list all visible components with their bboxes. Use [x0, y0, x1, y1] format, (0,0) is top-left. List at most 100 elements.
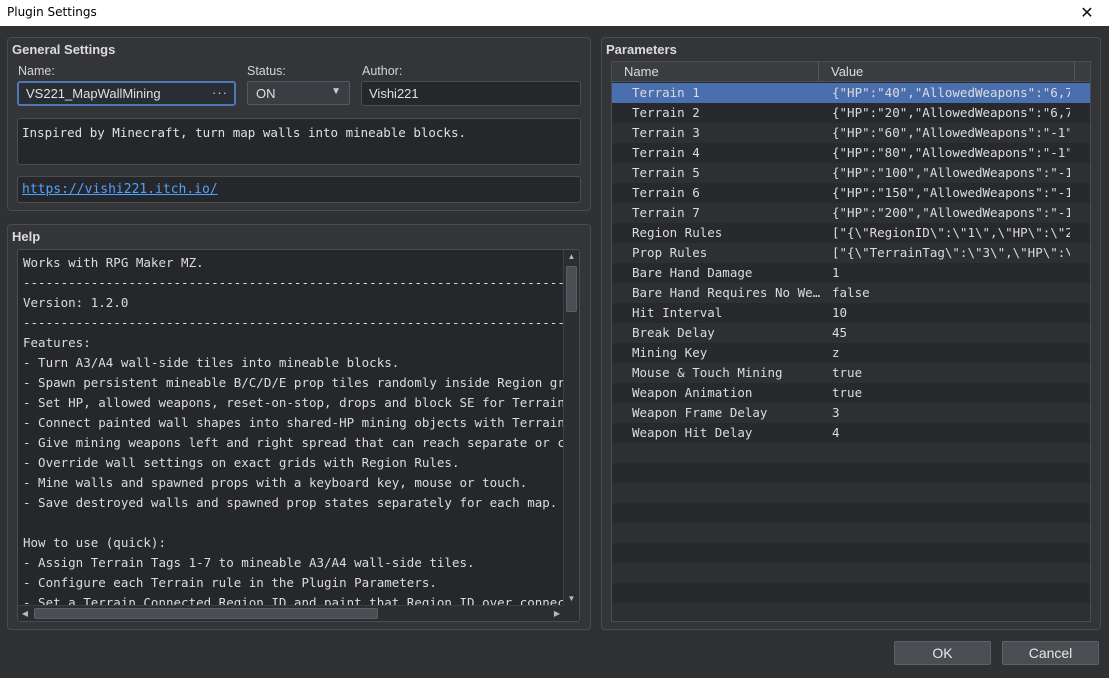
table-row[interactable]: Terrain 4 {"HP":"80","AllowedWeapons":"-1… — [612, 143, 1090, 163]
table-row[interactable]: Mouse & Touch Mining true — [612, 363, 1090, 383]
scroll-right-icon[interactable]: ▶ — [550, 606, 564, 621]
param-value: 1 — [832, 265, 840, 280]
param-name: Region Rules — [632, 225, 723, 240]
help-line: Version: 1.2.0 — [23, 295, 129, 310]
general-settings-title: General Settings — [12, 42, 116, 57]
param-value: true — [832, 385, 863, 400]
table-row[interactable]: Bare Hand Requires No We… false — [612, 283, 1090, 303]
column-header-value[interactable]: Value — [831, 62, 863, 82]
help-line: Features: — [23, 335, 91, 350]
help-title: Help — [12, 229, 41, 244]
table-row[interactable]: Break Delay 45 — [612, 323, 1090, 343]
param-value: {"HP":"80","AllowedWeapons":"-1"… — [832, 145, 1070, 160]
table-row[interactable]: Weapon Frame Delay 3 — [612, 403, 1090, 423]
scroll-thumb-horizontal[interactable] — [34, 608, 378, 619]
help-line: - Set HP, allowed weapons, reset-on-stop… — [23, 395, 563, 410]
table-row[interactable]: Hit Interval 10 — [612, 303, 1090, 323]
url-field[interactable]: https://vishi221.itch.io/ — [17, 176, 581, 203]
param-name: Terrain 7 — [632, 205, 700, 220]
description-text: Inspired by Minecraft, turn map walls in… — [22, 125, 467, 140]
column-divider[interactable] — [1074, 62, 1075, 82]
table-row[interactable]: Terrain 7 {"HP":"200","AllowedWeapons":"-… — [612, 203, 1090, 223]
name-field[interactable]: VS221_MapWallMining ··· — [17, 81, 236, 106]
parameters-table[interactable]: Name Value Terrain 1 {"HP":"40","AllowedW… — [611, 61, 1091, 622]
window-title: Plugin Settings — [7, 5, 97, 19]
help-line: - Assign Terrain Tags 1-7 to mineable A3… — [23, 555, 475, 570]
close-icon[interactable]: ✕ — [1065, 0, 1109, 26]
param-value: true — [832, 365, 863, 380]
table-row[interactable]: Prop Rules ["{\"TerrainTag\":\"3\",\"HP\"… — [612, 243, 1090, 263]
column-divider[interactable] — [818, 62, 819, 82]
param-value: ["{\"TerrainTag\":\"3\",\"HP\":\… — [832, 245, 1070, 260]
param-value: 45 — [832, 325, 848, 340]
table-row[interactable]: Region Rules ["{\"RegionID\":\"1\",\"HP\"… — [612, 223, 1090, 243]
empty-row — [612, 583, 1090, 603]
help-line: - Mine walls and spawned props with a ke… — [23, 475, 528, 490]
ok-button[interactable]: OK — [894, 641, 991, 665]
param-name: Terrain 3 — [632, 125, 700, 140]
table-row[interactable]: Bare Hand Damage 1 — [612, 263, 1090, 283]
help-textarea[interactable]: Works with RPG Maker MZ. ----------------… — [17, 249, 580, 622]
help-line: - Set a Terrain Connected Region ID and … — [23, 595, 563, 605]
help-line: - Turn A3/A4 wall-side tiles into mineab… — [23, 355, 400, 370]
more-icon[interactable]: ··· — [212, 85, 228, 100]
scroll-up-icon[interactable]: ▲ — [564, 250, 579, 264]
table-row[interactable]: Terrain 6 {"HP":"150","AllowedWeapons":"-… — [612, 183, 1090, 203]
help-horizontal-scrollbar[interactable]: ◀ ▶ — [18, 605, 564, 621]
window-titlebar: Plugin Settings ✕ — [0, 0, 1109, 26]
author-value: Vishi221 — [369, 86, 419, 101]
table-row[interactable]: Weapon Hit Delay 4 — [612, 423, 1090, 443]
param-name: Prop Rules — [632, 245, 708, 260]
empty-row — [612, 523, 1090, 543]
empty-row — [612, 563, 1090, 583]
help-line: - Connect painted wall shapes into share… — [23, 415, 563, 430]
parameters-title: Parameters — [606, 42, 677, 57]
help-line: - Save destroyed walls and spawned prop … — [23, 495, 558, 510]
help-line — [23, 513, 563, 533]
url-link[interactable]: https://vishi221.itch.io/ — [22, 182, 218, 197]
table-row[interactable]: Terrain 3 {"HP":"60","AllowedWeapons":"-1… — [612, 123, 1090, 143]
help-line: - Override wall settings on exact grids … — [23, 455, 460, 470]
param-value: z — [832, 345, 840, 360]
param-value: 3 — [832, 405, 840, 420]
table-row[interactable]: Terrain 1 {"HP":"40","AllowedWeapons":"6,… — [612, 83, 1090, 103]
param-name: Hit Interval — [632, 305, 723, 320]
param-name: Terrain 4 — [632, 145, 700, 160]
author-field[interactable]: Vishi221 — [361, 81, 581, 106]
param-value: {"HP":"40","AllowedWeapons":"6,7… — [832, 85, 1070, 100]
name-label: Name: — [18, 64, 55, 78]
author-label: Author: — [362, 64, 403, 78]
table-row[interactable]: Terrain 5 {"HP":"100","AllowedWeapons":"-… — [612, 163, 1090, 183]
table-row[interactable]: Mining Key z — [612, 343, 1090, 363]
param-value: false — [832, 285, 870, 300]
help-line: Works with RPG Maker MZ. — [23, 255, 204, 270]
cancel-button[interactable]: Cancel — [1002, 641, 1099, 665]
param-name: Weapon Hit Delay — [632, 425, 753, 440]
param-name: Terrain 1 — [632, 85, 700, 100]
param-name: Break Delay — [632, 325, 715, 340]
param-value: {"HP":"100","AllowedWeapons":"-1… — [832, 165, 1070, 180]
help-line: - Configure each Terrain rule in the Plu… — [23, 575, 437, 590]
empty-row — [612, 443, 1090, 463]
param-name: Weapon Frame Delay — [632, 405, 768, 420]
help-text: Works with RPG Maker MZ. ----------------… — [23, 253, 563, 605]
help-line: ----------------------------------------… — [23, 315, 563, 330]
help-vertical-scrollbar[interactable]: ▲ ▼ — [563, 250, 579, 606]
param-name: Terrain 2 — [632, 105, 700, 120]
table-row[interactable]: Weapon Animation true — [612, 383, 1090, 403]
table-row[interactable]: Terrain 2 {"HP":"20","AllowedWeapons":"6,… — [612, 103, 1090, 123]
scroll-down-icon[interactable]: ▼ — [564, 592, 579, 606]
column-header-name[interactable]: Name — [624, 62, 659, 82]
param-name: Mouse & Touch Mining — [632, 365, 783, 380]
status-select[interactable]: ON ▼ — [247, 81, 350, 105]
empty-row — [612, 603, 1090, 621]
help-line: ----------------------------------------… — [23, 275, 563, 290]
param-value: 10 — [832, 305, 848, 320]
description-field[interactable]: Inspired by Minecraft, turn map walls in… — [17, 118, 581, 165]
scroll-thumb-vertical[interactable] — [566, 266, 577, 312]
param-name: Bare Hand Requires No We… — [632, 285, 821, 300]
param-value: ["{\"RegionID\":\"1\",\"HP\":\"2… — [832, 225, 1070, 240]
name-value: VS221_MapWallMining — [26, 86, 161, 101]
scroll-left-icon[interactable]: ◀ — [18, 606, 32, 621]
table-header: Name Value — [612, 62, 1090, 82]
